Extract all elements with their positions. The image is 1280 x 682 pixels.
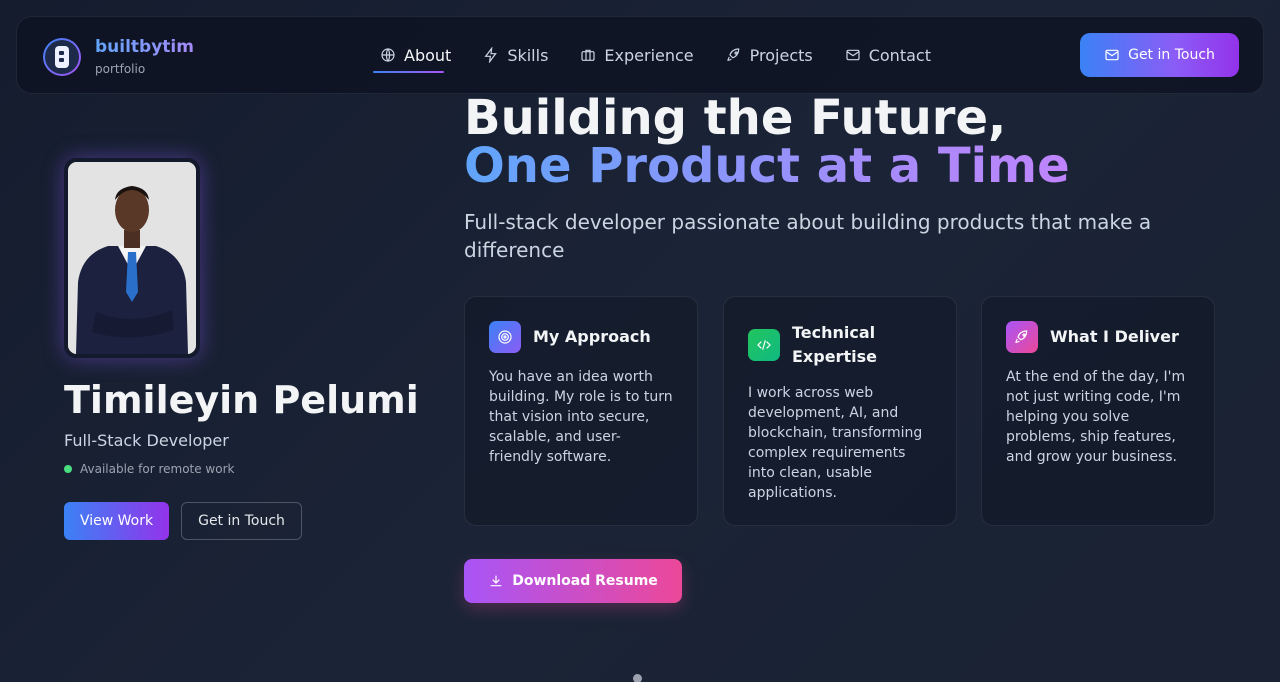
rocket-icon [726,48,739,62]
card-title: My Approach [533,327,651,346]
mail-icon [846,49,860,61]
nav-item-label: Contact [868,45,931,65]
status-dot [64,465,72,473]
profile-photo-frame [64,158,200,358]
nav-item-about[interactable]: About [364,42,467,73]
hero-subtitle: Full-stack developer passionate about bu… [464,210,1152,262]
briefcase-icon [581,49,596,61]
mail-icon [1105,49,1119,61]
card-title: Technical Expertise [792,323,877,366]
download-resume-label: Download Resume [512,573,658,589]
nav-item-label: Projects [749,45,813,65]
get-in-touch-secondary-button[interactable]: Get in Touch [181,502,302,540]
card-what-i-deliver: What I Deliver At the end of the day, I'… [981,296,1215,526]
logo [43,37,81,76]
hero-title-line1: Building the Future, [464,90,1007,146]
lightning-icon [484,47,498,63]
target-icon [489,321,521,353]
globe-icon [381,48,395,62]
profile-role: Full-Stack Developer [64,431,229,450]
download-icon [490,575,502,587]
nav-item-label: Skills [507,45,549,65]
card-body: You have an idea worth building. My role… [489,369,673,465]
main-nav: About Skills Experience Projects Contact [364,42,947,73]
download-resume-button[interactable]: Download Resume [464,559,682,603]
card-my-approach: My Approach You have an idea worth build… [464,296,698,526]
brand[interactable]: builtbytim portfolio [43,37,194,76]
code-icon [748,329,780,361]
nav-item-skills[interactable]: Skills [467,42,564,68]
card-body: At the end of the day, I'm not just writ… [1006,369,1186,465]
availability-status: Available for remote work [64,462,234,476]
nav-item-label: About [404,45,452,65]
nav-item-contact[interactable]: Contact [829,42,947,68]
nav-item-projects[interactable]: Projects [710,42,829,68]
profile-name: Timileyin Pelumi [64,378,419,422]
rocket-icon [1006,321,1038,353]
scroll-indicator[interactable] [633,674,642,682]
availability-text: Available for remote work [80,462,235,476]
get-in-touch-button[interactable]: Get in Touch [1080,33,1239,77]
get-in-touch-label: Get in Touch [1128,47,1215,63]
hero-title-line2: One Product at a Time [464,138,1070,194]
nav-item-label: Experience [604,45,694,65]
card-title: What I Deliver [1050,327,1179,346]
hero-title: Building the Future, One Product at a Ti… [464,94,1070,190]
brand-name: builtbytim [95,37,194,57]
navbar: builtbytim portfolio About Skills Experi… [16,16,1264,94]
profile-photo [68,162,196,354]
nav-item-experience[interactable]: Experience [564,42,709,68]
view-work-button[interactable]: View Work [64,502,169,540]
card-body: I work across web development, AI, and b… [748,385,923,501]
brand-subtitle: portfolio [95,62,146,76]
card-technical-expertise: Technical Expertise I work across web de… [723,296,957,526]
